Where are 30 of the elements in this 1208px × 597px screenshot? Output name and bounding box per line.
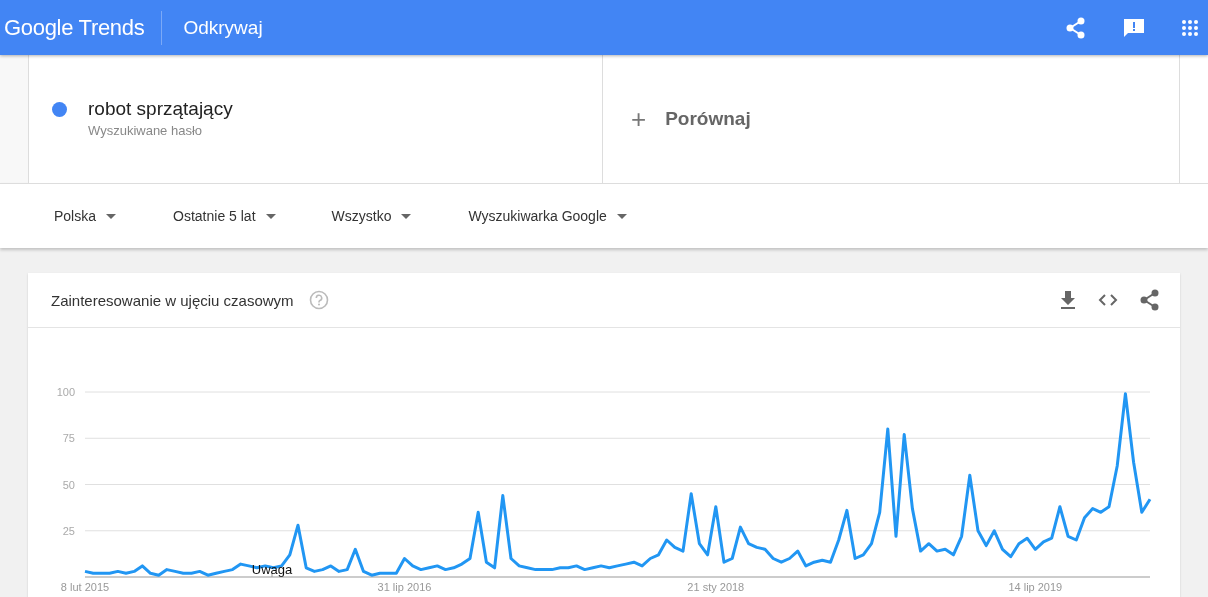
feedback-icon[interactable] [1123, 17, 1145, 38]
apps-icon[interactable] [1182, 19, 1198, 36]
term-subtitle: Wyszukiwane hasło [88, 123, 204, 138]
help-icon[interactable] [308, 290, 329, 310]
caret-icon [616, 213, 627, 219]
card-title: Zainteresowanie w ujęciu czasowym [51, 291, 294, 309]
share-icon[interactable] [1066, 16, 1086, 39]
x-axis-label: 8 lut 2015 [60, 581, 110, 593]
x-axis-label: 21 sty 2018 [687, 581, 745, 593]
y-axis-label: 75 [62, 432, 75, 445]
share-icon[interactable] [1140, 289, 1160, 311]
compare-button[interactable]: + Porównaj [603, 55, 1180, 183]
term-name: robot sprzątający [88, 98, 233, 120]
filter-dropdown[interactable]: Polska [38, 200, 133, 232]
embed-code-icon[interactable] [1098, 294, 1118, 306]
logo[interactable]: Google Trends [4, 14, 145, 41]
filter-dropdown[interactable]: Ostatnie 5 lat [157, 200, 292, 232]
filter-dropdown[interactable]: Wszystko [315, 200, 428, 232]
filter-dropdown[interactable]: Wyszukiwarka Google [452, 200, 643, 232]
y-axis-label: 50 [62, 478, 75, 491]
y-axis-label: 100 [56, 386, 75, 398]
x-axis-label: 31 lip 2016 [377, 581, 432, 593]
caret-icon [401, 213, 412, 219]
x-axis-label: 14 lip 2019 [1008, 581, 1063, 593]
download-icon[interactable] [1060, 291, 1076, 309]
search-term-card[interactable]: robot sprzątający Wyszukiwane hasło [28, 55, 603, 183]
y-axis-label: 25 [62, 524, 75, 537]
caret-icon [106, 213, 117, 219]
page-title: Odkrywaj [183, 16, 263, 39]
caret-icon [265, 213, 276, 219]
